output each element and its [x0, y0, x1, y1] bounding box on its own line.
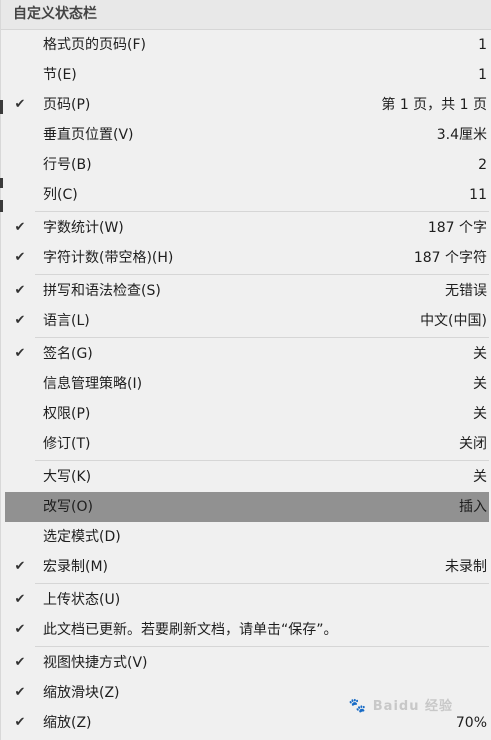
menu-item-language[interactable]: ✔ 语言(L) 中文(中国) — [5, 306, 489, 336]
menu-item-character-count[interactable]: ✔ 字符计数(带空格)(H) 187 个字符 — [5, 243, 489, 273]
menu-item-value: 11 — [469, 187, 487, 203]
menu-item-value: 关 — [473, 469, 487, 485]
status-bar-context-menu: 自定义状态栏 格式页的页码(F) 1 节(E) 1 ✔ 页码(P) 第 1 页，共 1 页垂… — [0, 0, 491, 740]
menu-body: 格式页的页码(F) 1 节(E) 1 ✔ 页码(P) 第 1 页，共 1 页垂直页位置(V)… — [1, 30, 491, 738]
watermark-text: Baidu 经验 — [372, 699, 453, 714]
menu-item-value: 关 — [473, 376, 487, 392]
menu-item-label: 字符计数(带空格)(H) — [43, 250, 174, 266]
menu-item-label: 修订(T) — [43, 436, 91, 452]
menu-item-macro-recording[interactable]: ✔ 宏录制(M) 未录制 — [5, 552, 489, 582]
checkmark-icon: ✔ — [14, 250, 26, 265]
checkmark-icon: ✔ — [14, 313, 26, 328]
menu-item-value: 1 — [478, 67, 487, 83]
paw-icon: 🐾 — [348, 698, 368, 714]
menu-item-track-changes[interactable]: 修订(T) 关闭 — [5, 429, 489, 459]
menu-item-label: 字数统计(W) — [43, 220, 124, 236]
menu-item-label: 节(E) — [43, 67, 77, 83]
menu-item-column[interactable]: 列(C) 11 — [5, 180, 489, 210]
checkmark-icon: ✔ — [14, 220, 26, 235]
menu-item-value: 插入 — [459, 499, 487, 515]
menu-item-value: 第 1 页，共 1 页 — [381, 97, 487, 113]
menu-item-label: 信息管理策略(I) — [43, 376, 143, 392]
menu-item-document-updated[interactable]: ✔ 此文档已更新。若要刷新文档，请单击“保存”。 — [5, 615, 489, 645]
menu-item-value: 关 — [473, 346, 487, 362]
menu-item-line-number[interactable]: 行号(B) 2 — [5, 150, 489, 180]
menu-item-value: 70% — [455, 715, 487, 731]
checkmark-icon: ✔ — [14, 685, 26, 700]
menu-item-label: 垂直页位置(V) — [43, 127, 134, 143]
menu-item-section[interactable]: 节(E) 1 — [5, 60, 489, 90]
menu-item-upload-status[interactable]: ✔ 上传状态(U) — [5, 585, 489, 615]
menu-item-page-number[interactable]: ✔ 页码(P) 第 1 页，共 1 页 — [5, 90, 489, 120]
menu-item-label: 此文档已更新。若要刷新文档，请单击“保存”。 — [43, 622, 338, 638]
menu-item-caps-lock[interactable]: 大写(K) 关 — [5, 462, 489, 492]
menu-separator — [35, 337, 489, 338]
menu-title: 自定义状态栏 — [1, 0, 491, 30]
menu-item-spelling-grammar[interactable]: ✔ 拼写和语法检查(S) 无错误 — [5, 276, 489, 306]
menu-item-label: 签名(G) — [43, 346, 93, 362]
menu-item-label: 缩放(Z) — [43, 715, 92, 731]
menu-separator — [35, 211, 489, 212]
menu-item-value: 187 个字 — [427, 220, 487, 236]
menu-item-label: 权限(P) — [43, 406, 91, 422]
menu-item-label: 页码(P) — [43, 97, 91, 113]
menu-item-label: 宏录制(M) — [43, 559, 109, 575]
menu-item-selection-mode[interactable]: 选定模式(D) — [5, 522, 489, 552]
menu-item-value: 关闭 — [459, 436, 487, 452]
menu-item-value: 3.4厘米 — [436, 127, 487, 143]
menu-item-label: 上传状态(U) — [43, 592, 121, 608]
document-edge-mark — [0, 178, 3, 188]
menu-item-label: 视图快捷方式(V) — [43, 655, 148, 671]
menu-separator — [35, 274, 489, 275]
document-edge-mark — [0, 100, 3, 114]
menu-item-label: 拼写和语法检查(S) — [43, 283, 161, 299]
menu-item-value: 未录制 — [445, 559, 487, 575]
menu-item-value: 2 — [478, 157, 487, 173]
menu-item-label: 选定模式(D) — [43, 529, 121, 545]
menu-item-value: 187 个字符 — [413, 250, 487, 266]
checkmark-icon: ✔ — [14, 283, 26, 298]
menu-item-view-shortcuts[interactable]: ✔ 视图快捷方式(V) — [5, 648, 489, 678]
checkmark-icon: ✔ — [14, 346, 26, 361]
menu-item-value: 中文(中国) — [420, 313, 487, 329]
menu-item-label: 列(C) — [43, 187, 78, 203]
menu-separator — [35, 646, 489, 647]
menu-item-value: 关 — [473, 406, 487, 422]
menu-item-label: 格式页的页码(F) — [43, 37, 146, 53]
checkmark-icon: ✔ — [14, 592, 26, 607]
checkmark-icon: ✔ — [14, 622, 26, 637]
menu-item-label: 语言(L) — [43, 313, 90, 329]
menu-separator — [35, 460, 489, 461]
menu-item-word-count[interactable]: ✔ 字数统计(W) 187 个字 — [5, 213, 489, 243]
menu-item-value: 无错误 — [445, 283, 487, 299]
menu-item-info-management-policy[interactable]: 信息管理策略(I) 关 — [5, 369, 489, 399]
menu-item-vertical-position[interactable]: 垂直页位置(V) 3.4厘米 — [5, 120, 489, 150]
menu-item-value: 1 — [478, 37, 487, 53]
checkmark-icon: ✔ — [14, 97, 26, 112]
menu-item-format-page-number[interactable]: 格式页的页码(F) 1 — [5, 30, 489, 60]
menu-item-label: 大写(K) — [43, 469, 92, 485]
checkmark-icon: ✔ — [14, 559, 26, 574]
menu-item-label: 缩放滑块(Z) — [43, 685, 120, 701]
checkmark-icon: ✔ — [14, 715, 26, 730]
menu-item-label: 行号(B) — [43, 157, 92, 173]
watermark: 🐾 Baidu 经验 — [349, 695, 453, 714]
menu-separator — [35, 583, 489, 584]
menu-item-permissions[interactable]: 权限(P) 关 — [5, 399, 489, 429]
menu-item-label: 改写(O) — [43, 499, 93, 515]
document-edge-mark — [0, 200, 3, 212]
checkmark-icon: ✔ — [14, 655, 26, 670]
menu-item-overtype[interactable]: 改写(O) 插入 — [5, 492, 489, 522]
menu-item-signatures[interactable]: ✔ 签名(G) 关 — [5, 339, 489, 369]
